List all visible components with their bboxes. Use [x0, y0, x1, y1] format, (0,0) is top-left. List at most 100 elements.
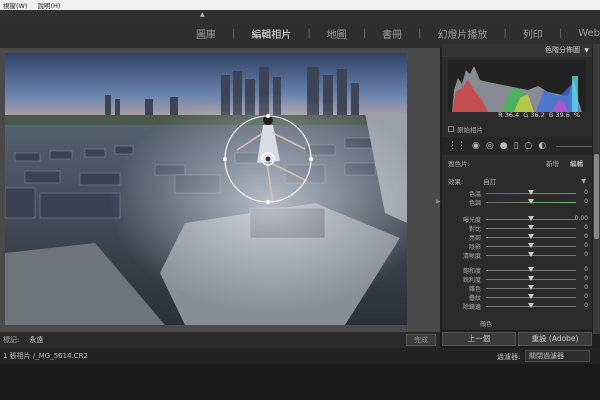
- effect-header: 效果: 自訂 ▼: [442, 175, 592, 187]
- edited-photo[interactable]: [5, 53, 407, 325]
- slider-row[interactable]: 疊紋 0: [442, 293, 592, 302]
- filmstrip-bar: 1 張相片 /_MG_5614.CR2 過濾器: 關閉過濾器: [0, 348, 600, 364]
- filter-label: 過濾器:: [497, 353, 521, 361]
- checkbox-icon[interactable]: [448, 126, 454, 132]
- photo-canvas: ▶: [0, 48, 441, 332]
- slider-row[interactable]: 色調 0: [442, 198, 592, 207]
- top-panel-toggle[interactable]: ▲: [0, 10, 600, 18]
- slider-value[interactable]: 0: [584, 233, 588, 240]
- slider-row[interactable]: 對比 0: [442, 224, 592, 233]
- color-label: 顏色: [479, 321, 492, 328]
- readout-g: G 36.2: [523, 111, 545, 119]
- slider-knob[interactable]: [528, 190, 534, 195]
- effect-label: 效果:: [448, 178, 464, 186]
- module-slideshow[interactable]: 幻燈片播放 |: [437, 26, 506, 41]
- slider-knob[interactable]: [528, 285, 534, 290]
- slider-row[interactable]: 除鏡邊 0: [442, 302, 592, 311]
- red-eye-icon[interactable]: ●: [500, 141, 508, 151]
- module-book[interactable]: 書冊 |: [382, 26, 421, 41]
- slider-value[interactable]: 0: [584, 275, 588, 282]
- menu-help[interactable]: 說明(H): [38, 0, 61, 10]
- collapse-triangle-icon[interactable]: ▼: [584, 44, 589, 57]
- slider-row[interactable]: 銳利度 0: [442, 275, 592, 284]
- slider-knob[interactable]: [528, 303, 534, 308]
- original-photo-label: 原始相片: [457, 126, 483, 134]
- slider-label: 亮部: [468, 235, 481, 242]
- done-button[interactable]: 完成: [406, 334, 436, 346]
- slider-knob[interactable]: [528, 234, 534, 239]
- slider-knob[interactable]: [528, 199, 534, 204]
- graduated-filter-icon[interactable]: ▯: [514, 141, 519, 151]
- slider-label: 清晰度: [462, 253, 481, 260]
- slider-row[interactable]: 飽和度 0: [442, 266, 592, 275]
- histogram-header[interactable]: 色階分佈圖 ▼: [442, 44, 592, 57]
- scrollbar-thumb[interactable]: [594, 154, 599, 239]
- slider-label: 色調: [468, 200, 481, 207]
- slider-row[interactable]: 清晰度 0: [442, 251, 592, 260]
- slider-value[interactable]: 0: [584, 198, 588, 205]
- collapse-triangle-icon[interactable]: ▼: [581, 178, 586, 185]
- mask-label: 遮色片:: [448, 160, 470, 168]
- slider-value[interactable]: 0: [584, 251, 588, 258]
- slider-label: 除鏡邊: [462, 304, 481, 311]
- original-photo-toggle[interactable]: 原始相片: [448, 124, 483, 134]
- filmstrip-title[interactable]: 1 張相片 /_MG_5614.CR2: [3, 351, 88, 361]
- slider-label: 對比: [468, 226, 481, 233]
- module-develop[interactable]: 編輯相片 |: [251, 26, 310, 41]
- slider-value[interactable]: 0: [584, 293, 588, 300]
- slider-row[interactable]: 亮部 0: [442, 233, 592, 242]
- crop-icon[interactable]: ◉: [472, 141, 480, 151]
- filmstrip: 1 張相片 /_MG_5614.CR2 過濾器: 關閉過濾器: [0, 348, 600, 400]
- slider-value[interactable]: 0: [584, 242, 588, 249]
- filter-dropdown[interactable]: 關閉過濾器: [525, 350, 590, 362]
- mark-value[interactable]: 永遠: [29, 335, 43, 345]
- toolbar: 標記: 永遠 完成: [0, 332, 440, 348]
- mask-new-button[interactable]: 新增: [546, 158, 559, 168]
- slider-value[interactable]: 0: [584, 284, 588, 291]
- slider-value[interactable]: 0.00: [575, 215, 588, 222]
- slider-knob[interactable]: [528, 225, 534, 230]
- menu-bar: 視窗(W) 說明(H): [0, 0, 600, 10]
- reset-button[interactable]: 重設 (Adobe): [518, 332, 592, 346]
- tool-slider[interactable]: [556, 145, 592, 147]
- slider-row[interactable]: 色溫 0: [442, 189, 592, 198]
- slider-label: 疊紋: [468, 295, 481, 302]
- module-library[interactable]: 圖庫 |: [196, 26, 235, 41]
- slider-row[interactable]: 曝光度 0.00: [442, 215, 592, 224]
- mask-row: 遮色片: 新增 編輯: [448, 158, 586, 168]
- panel-scrollbar[interactable]: [593, 44, 600, 334]
- slider-row[interactable]: 雜色 0: [442, 284, 592, 293]
- slider-label: 陰影: [468, 244, 481, 251]
- right-panel-toggle-icon[interactable]: ▶: [436, 198, 441, 228]
- histogram-title: 色階分佈圖: [545, 46, 580, 54]
- module-map[interactable]: 地圖 |: [327, 26, 366, 41]
- grid-overlay-icon[interactable]: ⋮⋮: [448, 141, 466, 151]
- radial-filter-icon[interactable]: ○: [525, 141, 533, 151]
- slider-knob[interactable]: [528, 216, 534, 221]
- panel-bottom-buttons: 上一個 重設 (Adobe): [442, 330, 592, 348]
- adjustment-brush-icon[interactable]: ◐: [538, 141, 546, 151]
- slider-label: 雜色: [468, 286, 481, 293]
- mark-label: 標記:: [3, 336, 20, 344]
- slider-knob[interactable]: [528, 294, 534, 299]
- slider-value[interactable]: 0: [584, 266, 588, 273]
- histogram-readout: R 36.4 G 36.2 B 39.6 %: [448, 111, 586, 121]
- slider-knob[interactable]: [528, 243, 534, 248]
- slider-knob[interactable]: [528, 252, 534, 257]
- slider-value[interactable]: 0: [584, 302, 588, 309]
- spot-removal-icon[interactable]: ◎: [486, 141, 494, 151]
- module-print[interactable]: 列印 |: [523, 26, 562, 41]
- slider-row[interactable]: 陰影 0: [442, 242, 592, 251]
- module-web[interactable]: Web: [578, 28, 600, 39]
- mask-edit-button[interactable]: 編輯: [570, 158, 583, 168]
- slider-knob[interactable]: [528, 276, 534, 281]
- slider-label: 色溫: [468, 191, 481, 198]
- effect-dropdown[interactable]: 自訂: [483, 176, 496, 186]
- color-row[interactable]: 顏色: [442, 319, 592, 328]
- slider-knob[interactable]: [528, 267, 534, 272]
- previous-button[interactable]: 上一個: [442, 332, 516, 346]
- slider-value[interactable]: 0: [584, 189, 588, 196]
- menu-window[interactable]: 視窗(W): [3, 0, 28, 10]
- slider-value[interactable]: 0: [584, 224, 588, 231]
- collapse-up-icon[interactable]: ▲: [200, 11, 205, 18]
